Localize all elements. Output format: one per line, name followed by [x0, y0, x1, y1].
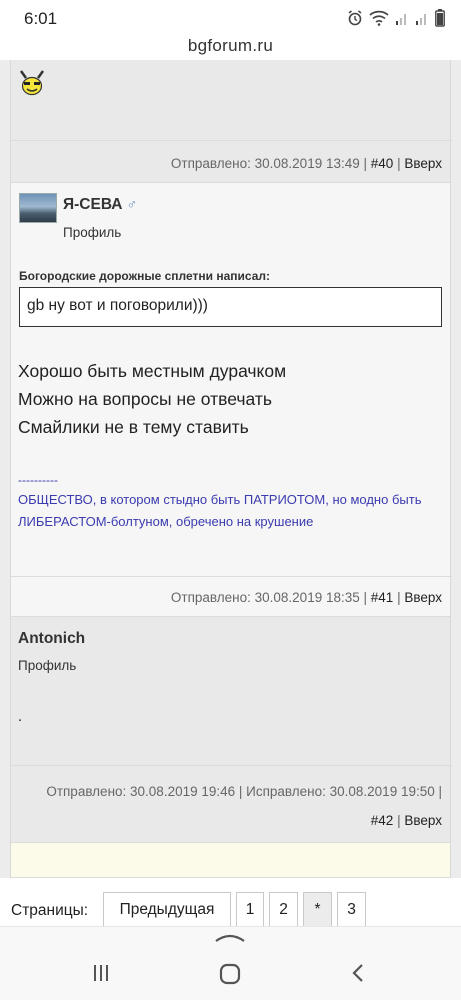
post-author[interactable]: Я-СЕВА ♂ — [63, 196, 137, 214]
post-divider — [11, 576, 452, 577]
navigation-bar — [0, 926, 461, 1000]
footer-separator: | — [397, 813, 401, 828]
signature-text: ОБЩЕСТВО, в котором стыдно быть ПАТРИОТО… — [18, 492, 422, 529]
back-to-top-link[interactable]: Вверх — [404, 590, 442, 605]
quote-caption: Богородские дорожные сплетни написал: — [19, 269, 271, 283]
post-divider — [11, 140, 452, 141]
url-text[interactable]: bgforum.ru — [188, 36, 273, 55]
empty-row — [10, 842, 451, 878]
male-icon: ♂ — [126, 196, 137, 212]
avatar[interactable] — [19, 193, 57, 223]
recent-apps-icon[interactable] — [91, 963, 111, 983]
home-icon[interactable] — [219, 963, 241, 985]
post-number-link[interactable]: #41 — [371, 590, 394, 605]
author-name[interactable]: Я-СЕВА — [63, 196, 122, 213]
quote-box: gb ну вот и поговорили))) — [19, 287, 442, 327]
profile-link[interactable]: Профиль — [63, 225, 121, 240]
url-bar[interactable]: bgforum.ru — [0, 36, 461, 60]
post-author[interactable]: Antonich — [18, 630, 85, 648]
wifi-icon — [369, 10, 389, 26]
battery-icon — [435, 9, 445, 27]
post-sent-date: Отправлено: 30.08.2019 18:35 | — [170, 590, 368, 605]
back-to-top-link[interactable]: Вверх — [404, 813, 442, 828]
signature-divider: ---------- — [18, 473, 58, 487]
page-3-button[interactable]: 3 — [337, 892, 366, 927]
pagination-label: Страницы: — [11, 902, 89, 919]
footer-separator: | — [397, 590, 401, 605]
status-icons — [347, 9, 445, 27]
prev-page-button[interactable]: Предыдущая — [103, 892, 231, 927]
page-2-button[interactable]: 2 — [269, 892, 298, 927]
post-number-link[interactable]: #40 — [371, 156, 394, 171]
post-number-link[interactable]: #42 — [371, 813, 394, 828]
smiley-icon — [19, 70, 45, 96]
post-40: Отправлено: 30.08.2019 13:49 | #40 | Вве… — [10, 60, 452, 182]
post-footer: Отправлено: 30.08.2019 18:35 | #41 | Вве… — [171, 590, 442, 605]
post-text: Хорошо быть местным дурачком Можно на во… — [18, 357, 286, 441]
signal-icon — [396, 14, 406, 25]
status-time: 6:01 — [24, 9, 58, 28]
back-to-top-link[interactable]: Вверх — [404, 156, 442, 171]
post-sent-date: Отправлено: 30.08.2019 19:46 | Исправлен… — [46, 784, 442, 799]
back-icon[interactable] — [350, 963, 366, 983]
forum-content: Отправлено: 30.08.2019 13:49 | #40 | Вве… — [0, 60, 461, 926]
post-line: Смайлики не в тему ставить — [18, 417, 249, 437]
signal-icon — [416, 14, 426, 25]
chevron-up-icon[interactable] — [214, 931, 246, 943]
post-42: Antonich Профиль . Отправлено: 30.08.201… — [10, 616, 452, 842]
footer-separator: | — [397, 156, 401, 171]
post-text: . — [18, 708, 23, 725]
page-1-button[interactable]: 1 — [236, 892, 264, 927]
post-footer-links: #42 | Вверх — [371, 813, 442, 828]
alarm-icon — [348, 10, 362, 26]
post-line: Можно на вопросы не отвечать — [18, 389, 272, 409]
current-page-button: * — [303, 892, 332, 927]
post-footer-dates: Отправлено: 30.08.2019 19:46 | Исправлен… — [46, 784, 442, 799]
profile-link[interactable]: Профиль — [18, 658, 76, 673]
post-41: Я-СЕВА ♂ Профиль Богородские дорожные спл… — [10, 182, 452, 616]
pagination: Страницы: Предыдущая 1 2 * 3 — [0, 888, 461, 928]
post-line: Хорошо быть местным дурачком — [18, 361, 287, 381]
post-footer: Отправлено: 30.08.2019 13:49 | #40 | Вве… — [171, 156, 442, 171]
post-divider — [11, 765, 452, 766]
post-sent-date: Отправлено: 30.08.2019 13:49 | — [170, 156, 368, 171]
status-bar: 6:01 — [0, 0, 461, 36]
